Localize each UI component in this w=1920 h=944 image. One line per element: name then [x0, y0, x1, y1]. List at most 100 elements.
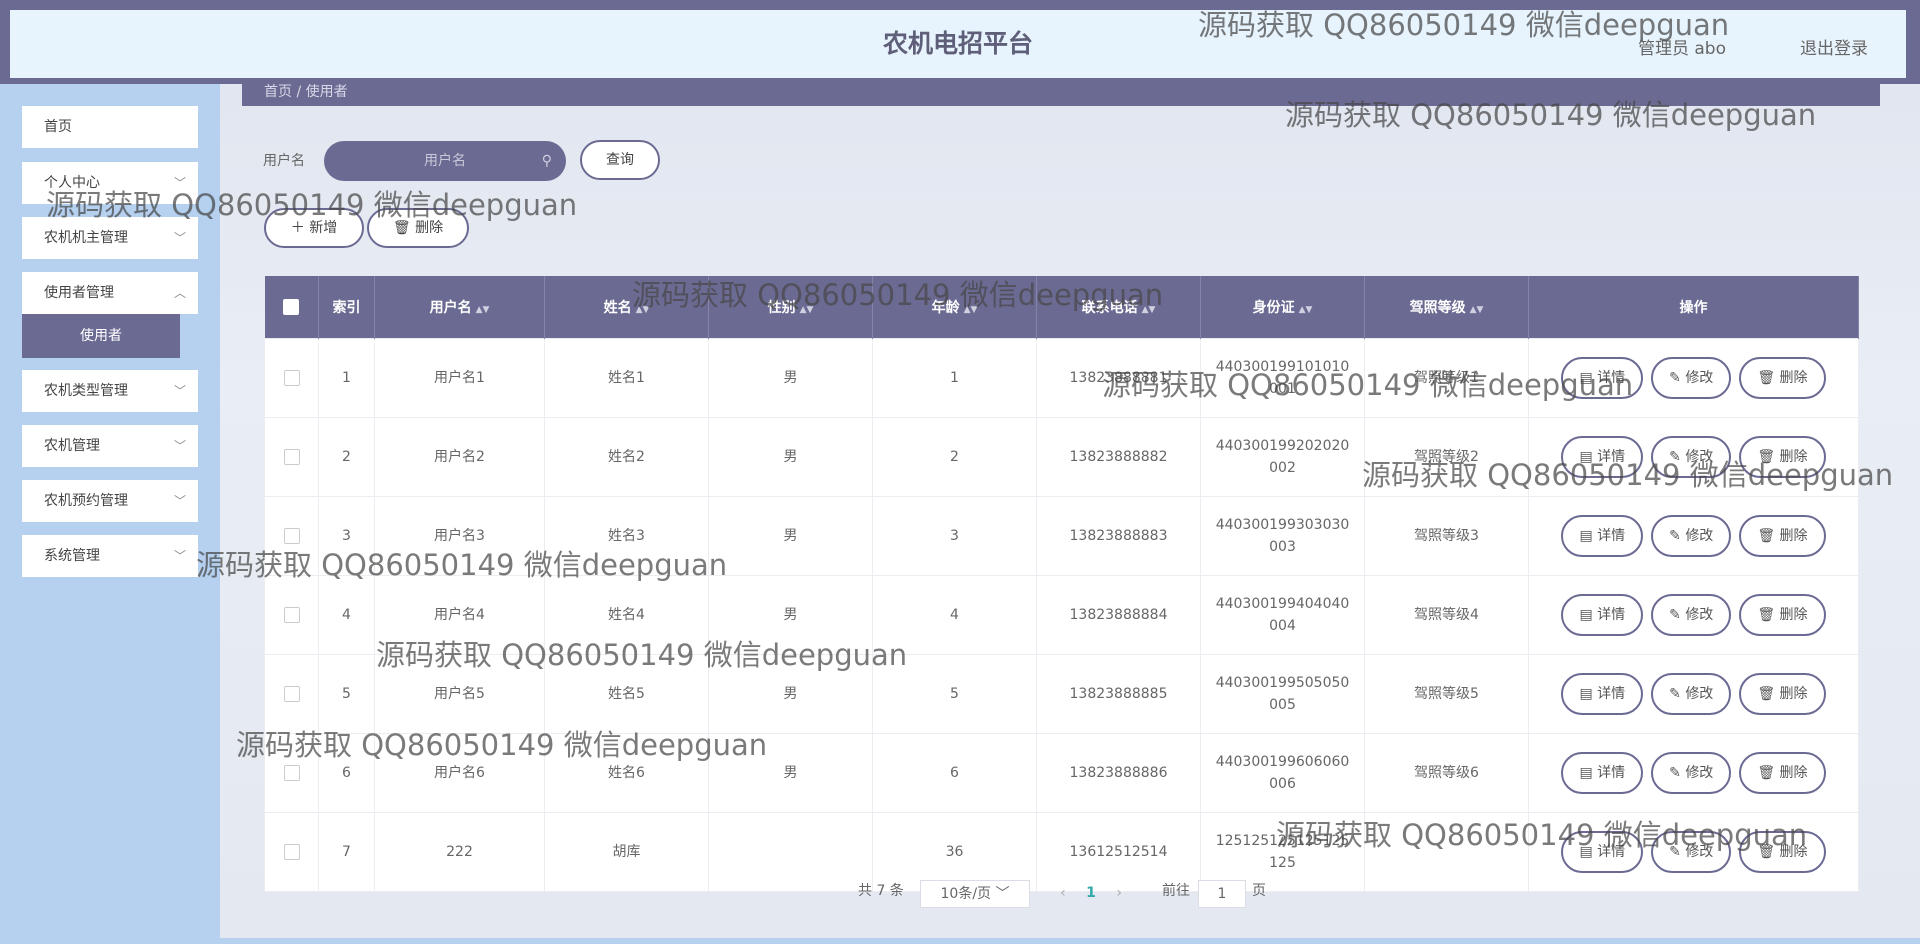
- sort-icon[interactable]: ▲▼: [1299, 305, 1313, 315]
- sidebar-subitem-user[interactable]: 使用者: [22, 314, 180, 358]
- col-header-gender[interactable]: 性别 ▲▼: [708, 276, 873, 339]
- sidebar-item-user-management[interactable]: 使用者管理 ︿: [22, 272, 198, 314]
- checkbox[interactable]: [283, 607, 300, 623]
- row-select-cell[interactable]: [264, 496, 319, 576]
- delete-button[interactable]: 🗑 删除: [1739, 752, 1826, 794]
- row-select-cell[interactable]: [264, 417, 319, 497]
- add-button[interactable]: ＋ 新增: [264, 208, 364, 248]
- cell-license-level: 驾照等级3: [1364, 496, 1529, 576]
- page-size-value: 10条/页: [940, 886, 992, 902]
- detail-label: 详情: [1597, 528, 1626, 544]
- plus-icon: ＋: [290, 220, 310, 236]
- chevron-down-icon: ﹀: [173, 494, 186, 508]
- pager-controls: ‹ 1 ›: [1046, 880, 1136, 908]
- detail-label: 详情: [1597, 370, 1626, 386]
- delete-button[interactable]: 🗑 删除: [1739, 673, 1826, 715]
- col-header-phone[interactable]: 联系电话 ▲▼: [1036, 276, 1201, 339]
- sort-icon[interactable]: ▲▼: [1142, 305, 1156, 315]
- cell-username: 222: [374, 812, 545, 892]
- sidebar-item-reservation-management[interactable]: 农机预约管理 ﹀: [22, 480, 198, 522]
- delete-button[interactable]: 🗑 删除: [1739, 436, 1826, 478]
- goto-prefix: 前往: [1162, 883, 1190, 899]
- sidebar-item-label: 使用者管理: [44, 285, 114, 301]
- checkbox[interactable]: [283, 686, 300, 702]
- sort-icon[interactable]: ▲▼: [476, 305, 490, 315]
- edit-button[interactable]: ✎ 修改: [1651, 357, 1732, 399]
- checkbox[interactable]: [283, 299, 300, 315]
- sort-icon[interactable]: ▲▼: [1470, 305, 1484, 315]
- checkbox[interactable]: [283, 844, 300, 860]
- chevron-down-icon: ﹀: [173, 549, 186, 563]
- goto-page-input[interactable]: 1: [1198, 880, 1246, 908]
- sidebar: 首页 个人中心 ﹀ 农机机主管理 ﹀ 使用者管理 ︿ 使用者 农机类型管理 ﹀ 农机管理…: [0, 84, 220, 944]
- search-label: 用户名: [263, 153, 305, 169]
- edit-button[interactable]: ✎ 修改: [1651, 752, 1732, 794]
- row-select-cell[interactable]: [264, 812, 319, 892]
- cell-license-level: 驾照等级5: [1364, 654, 1529, 734]
- edit-button[interactable]: ✎ 修改: [1651, 831, 1732, 873]
- header: 农机电招平台 管理员 abo 退出登录: [10, 10, 1906, 78]
- trash-icon: 🗑: [1757, 370, 1780, 386]
- detail-button[interactable]: ▤ 详情: [1561, 594, 1644, 636]
- sort-icon[interactable]: ▲▼: [964, 305, 978, 315]
- col-header-id-card[interactable]: 身份证 ▲▼: [1200, 276, 1365, 339]
- sidebar-item-system-management[interactable]: 系统管理 ﹀: [22, 535, 198, 577]
- checkbox[interactable]: [283, 370, 300, 386]
- table-row: 2 用户名2 姓名2 男 2 13823888882 440300199202020002 驾…: [264, 417, 1859, 497]
- detail-button[interactable]: ▤ 详情: [1561, 831, 1644, 873]
- col-header-license-level[interactable]: 驾照等级 ▲▼: [1364, 276, 1529, 339]
- detail-button[interactable]: ▤ 详情: [1561, 515, 1644, 557]
- search-button[interactable]: 查询: [580, 140, 660, 180]
- col-header-name[interactable]: 姓名 ▲▼: [544, 276, 709, 339]
- page-size-select[interactable]: 10条/页 ﹀: [920, 880, 1030, 908]
- trash-icon: 🗑: [1757, 607, 1780, 623]
- edit-button[interactable]: ✎ 修改: [1651, 594, 1732, 636]
- checkbox[interactable]: [283, 528, 300, 544]
- col-header-age[interactable]: 年龄 ▲▼: [872, 276, 1037, 339]
- current-page[interactable]: 1: [1086, 885, 1096, 901]
- edit-label: 修改: [1685, 370, 1714, 386]
- detail-label: 详情: [1597, 844, 1626, 860]
- checkbox[interactable]: [283, 449, 300, 465]
- sidebar-item-owner-management[interactable]: 农机机主管理 ﹀: [22, 217, 198, 259]
- delete-button[interactable]: 🗑 删除: [1739, 831, 1826, 873]
- detail-button[interactable]: ▤ 详情: [1561, 673, 1644, 715]
- delete-button[interactable]: 🗑 删除: [1739, 594, 1826, 636]
- row-select-cell[interactable]: [264, 654, 319, 734]
- delete-button[interactable]: 🗑 删除: [1739, 357, 1826, 399]
- row-select-cell[interactable]: [264, 733, 319, 813]
- breadcrumb: 首页 / 使用者: [242, 78, 1880, 106]
- select-all-checkbox[interactable]: [264, 276, 319, 339]
- document-icon: ▤: [1579, 528, 1598, 544]
- col-header-username[interactable]: 用户名 ▲▼: [374, 276, 545, 339]
- row-select-cell[interactable]: [264, 338, 319, 418]
- cell-gender: 男: [708, 338, 873, 418]
- bottom-strip: [0, 938, 1920, 944]
- delete-button[interactable]: 🗑 删除: [1739, 515, 1826, 557]
- cell-actions: ▤ 详情 ✎ 修改 🗑 删除: [1528, 654, 1859, 734]
- edit-label: 修改: [1685, 449, 1714, 465]
- sort-icon[interactable]: ▲▼: [636, 305, 650, 315]
- detail-button[interactable]: ▤ 详情: [1561, 357, 1644, 399]
- prev-page-icon[interactable]: ‹: [1060, 885, 1066, 901]
- sort-icon[interactable]: ▲▼: [800, 305, 814, 315]
- sidebar-item-personal-center[interactable]: 个人中心 ﹀: [22, 162, 198, 204]
- row-select-cell[interactable]: [264, 575, 319, 655]
- logout-link[interactable]: 退出登录: [1800, 34, 1868, 59]
- sidebar-item-label: 首页: [44, 119, 72, 135]
- sidebar-item-machine-management[interactable]: 农机管理 ﹀: [22, 425, 198, 467]
- bulk-delete-button[interactable]: 🗑 删除: [367, 208, 469, 248]
- sidebar-item-machine-type-management[interactable]: 农机类型管理 ﹀: [22, 370, 198, 412]
- cell-gender: 男: [708, 654, 873, 734]
- detail-button[interactable]: ▤ 详情: [1561, 752, 1644, 794]
- checkbox[interactable]: [283, 765, 300, 781]
- edit-button[interactable]: ✎ 修改: [1651, 673, 1732, 715]
- sidebar-item-home[interactable]: 首页: [22, 106, 198, 148]
- edit-button[interactable]: ✎ 修改: [1651, 515, 1732, 557]
- detail-button[interactable]: ▤ 详情: [1561, 436, 1644, 478]
- cell-name: 姓名2: [544, 417, 709, 497]
- trash-icon: 🗑: [392, 220, 416, 236]
- search-input[interactable]: 用户名 ⚲: [324, 141, 566, 181]
- next-page-icon[interactable]: ›: [1116, 885, 1122, 901]
- edit-button[interactable]: ✎ 修改: [1651, 436, 1732, 478]
